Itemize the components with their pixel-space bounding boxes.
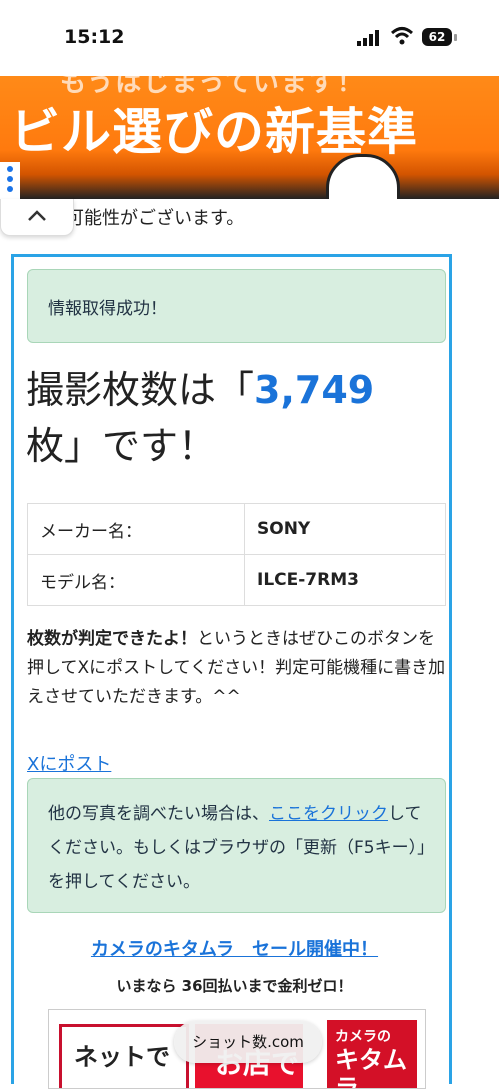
battery-tip xyxy=(454,34,457,41)
note-bold: 枚数が判定できたよ！ xyxy=(27,629,197,649)
ad-options-icon[interactable] xyxy=(0,162,20,199)
success-message: 情報取得成功！ xyxy=(27,269,446,343)
post-note: 枚数が判定できたよ！というときはぜひこのボタンを押してXにポストしてください！判… xyxy=(27,625,447,712)
brand-big: キタムラ xyxy=(335,1046,407,1089)
camera-info-table: メーカー名： SONY モデル名： ILCE-7RM3 xyxy=(27,503,446,606)
partial-text: 可能性がございます。 xyxy=(66,208,245,229)
x-post-link[interactable]: Xにポスト xyxy=(27,750,111,776)
table-row: モデル名： ILCE-7RM3 xyxy=(27,554,446,606)
headline-prefix: 撮影枚数は「 xyxy=(26,368,255,412)
clock: 15:12 xyxy=(64,26,125,48)
model-value: ILCE-7RM3 xyxy=(244,554,446,606)
kitamura-sale-link[interactable]: カメラのキタムラ セール開催中！ xyxy=(14,935,455,961)
cellular-signal-icon xyxy=(357,30,379,46)
result-card: 情報取得成功！ 撮影枚数は「3,749 枚」です！ メーカー名： SONY モデル… xyxy=(11,254,455,1089)
brand-small: カメラの xyxy=(335,1029,391,1045)
collapse-ad-button[interactable] xyxy=(0,199,74,236)
model-label: モデル名： xyxy=(27,554,245,606)
promo-subtitle: いまなら 36回払いまで金利ゼロ！ xyxy=(116,977,353,995)
maker-label: メーカー名： xyxy=(27,503,245,555)
shot-count-value: 3,749 xyxy=(254,368,375,412)
kitamura-logo: カメラの キタムラ xyxy=(327,1020,417,1089)
shot-count-headline: 撮影枚数は「3,749 枚」です！ xyxy=(26,362,451,474)
banner-ad[interactable]: もうはじまっています！ ビル選びの新基準 xyxy=(0,76,499,199)
click-here-link[interactable]: ここをクリック xyxy=(269,804,388,824)
wifi-icon xyxy=(390,27,414,45)
table-row: メーカー名： SONY xyxy=(27,503,446,555)
headline-suffix: 枚」です！ xyxy=(26,424,217,468)
battery-indicator: 62 xyxy=(422,28,452,46)
site-url-pill[interactable]: ショット数.com xyxy=(174,1021,322,1063)
maker-value: SONY xyxy=(244,503,446,555)
refresh-prefix: 他の写真を調べたい場合は、 xyxy=(48,804,269,824)
refresh-instructions: 他の写真を調べたい場合は、ここをクリックしてください。もしくはブラウザの「更新（… xyxy=(27,778,446,913)
status-bar: 15:12 62 xyxy=(0,0,499,76)
chevron-up-icon xyxy=(28,210,46,221)
ad-lower-left-text: ネットで xyxy=(59,1024,189,1088)
